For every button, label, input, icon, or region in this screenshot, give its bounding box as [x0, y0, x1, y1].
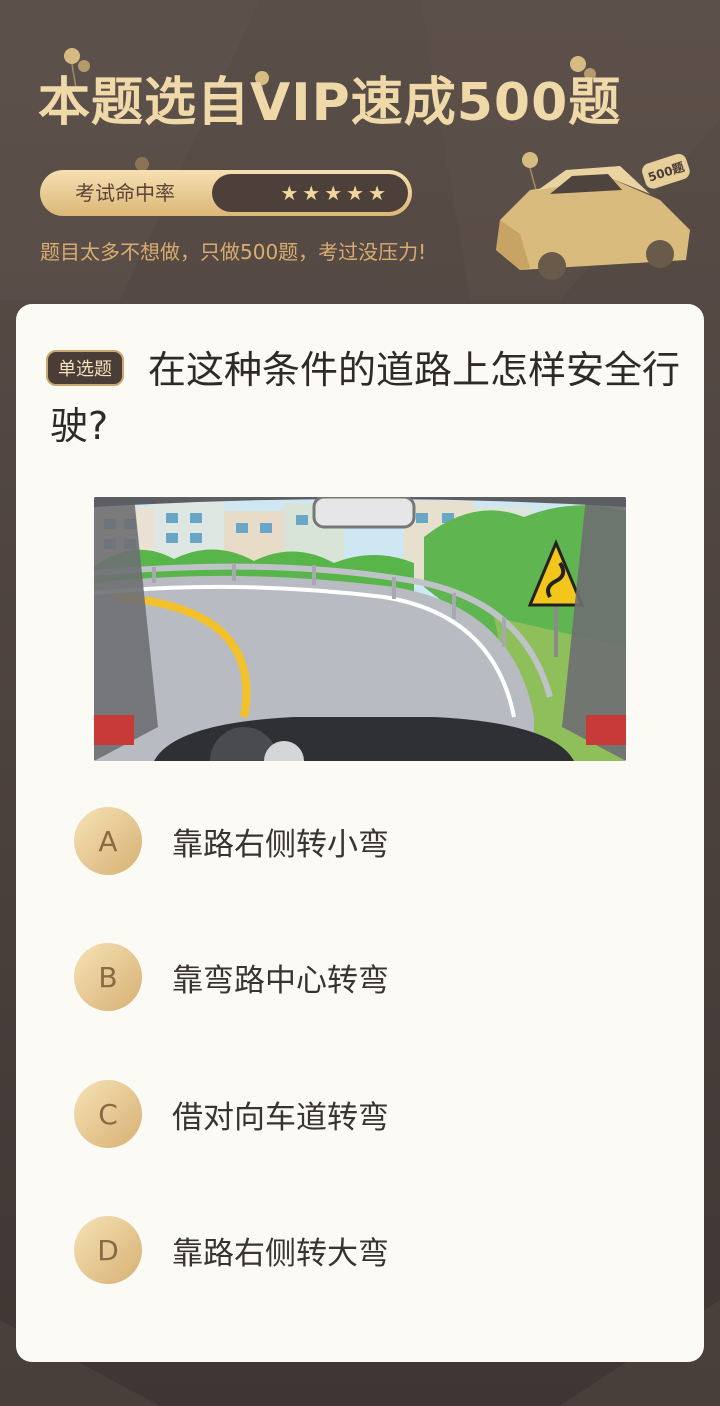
hit-rate-label: 考试命中率: [75, 181, 175, 205]
star-icon: ★: [302, 181, 321, 205]
option-a[interactable]: A 靠路右侧转小弯: [74, 806, 634, 876]
promo-title: 本题选自VIP速成500题: [38, 73, 622, 133]
option-text: 靠弯路中心转弯: [172, 962, 389, 999]
option-text: 靠路右侧转小弯: [172, 826, 389, 863]
option-b[interactable]: B 靠弯路中心转弯: [74, 942, 634, 1012]
star-rating: ★ ★ ★ ★ ★: [212, 174, 408, 212]
option-d[interactable]: D 靠路右侧转大弯: [74, 1215, 634, 1285]
option-letter-badge: B: [74, 943, 142, 1011]
star-icon: ★: [280, 181, 299, 205]
hit-rate-bar: 考试命中率 ★ ★ ★ ★ ★: [40, 170, 412, 216]
option-text: 借对向车道转弯: [172, 1099, 389, 1136]
option-letter-badge: A: [74, 807, 142, 875]
option-letter-badge: D: [74, 1216, 142, 1284]
question-card: 单选题 在这种条件的道路上怎样安全行驶? A 靠路右侧转小弯 B 靠弯路中心转弯…: [16, 304, 704, 1362]
road-curve-driver-view-image: [94, 497, 626, 761]
option-text: 靠路右侧转大弯: [172, 1235, 389, 1272]
star-icon: ★: [368, 181, 386, 205]
question-text: 在这种条件的道路上怎样安全行驶?: [50, 348, 681, 448]
star-icon: ★: [324, 181, 343, 205]
option-c[interactable]: C 借对向车道转弯: [74, 1079, 634, 1149]
promo-subtitle: 题目太多不想做，只做500题，考过没压力!: [40, 240, 427, 264]
car-illustration: 500题: [496, 153, 690, 280]
option-letter-badge: C: [74, 1080, 142, 1148]
star-icon: ★: [346, 181, 365, 205]
